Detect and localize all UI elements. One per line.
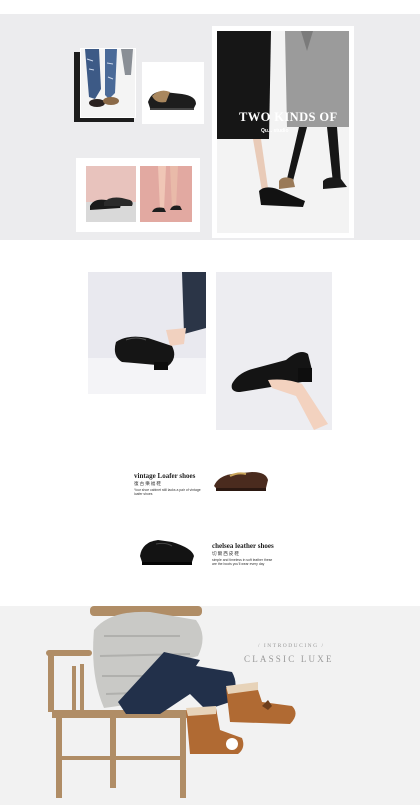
hero-photo-frame: TWO KINDS OF Qu... studio — [212, 26, 354, 238]
top-lookbook-section: TWO KINDS OF Qu... studio — [0, 14, 420, 240]
classic-luxe-banner[interactable]: / INTRODUCING / CLASSIC LUXE — [0, 606, 420, 805]
product-loafer-info[interactable]: vintage Loafer shoes 復古樂福鞋 Your shoe cab… — [134, 472, 214, 498]
loafers-pair-illustration — [86, 197, 136, 222]
banner-title: CLASSIC LUXE — [244, 654, 334, 664]
banner-intro-text: / INTRODUCING / — [258, 643, 325, 649]
product-chelsea-title: chelsea leather shoes — [212, 542, 274, 550]
product-chelsea-description: simple and timeless in soft leather thes… — [212, 558, 273, 567]
legs-loafers-illustration — [152, 166, 182, 212]
fur-loafer-illustration — [148, 90, 196, 110]
black-oxford-illustration — [140, 540, 194, 565]
loafers-pink-photo[interactable] — [86, 166, 136, 222]
oxford-foot-illustration — [88, 272, 206, 394]
brown-loafer-image[interactable] — [212, 462, 270, 496]
product-loafer-description: Your shoe cabinet still lacks a pair of … — [134, 488, 201, 497]
jeans-model-photo[interactable] — [80, 48, 136, 118]
product-loafer-title: vintage Loafer shoes — [134, 472, 196, 480]
hero-title: TWO KINDS OF — [239, 110, 338, 124]
oxford-foot-photo[interactable] — [88, 272, 206, 394]
product-chelsea-subtitle-cn: 切爾西皮鞋 — [212, 551, 240, 556]
pink-photos-frame — [76, 158, 200, 232]
brown-loafer-illustration — [214, 472, 268, 491]
black-oxford-image[interactable] — [136, 534, 198, 568]
brogue-hand-illustration — [231, 352, 328, 430]
fur-loafer-photo[interactable] — [142, 62, 204, 124]
chair-model-illustration — [46, 606, 296, 798]
hero-coats-photo[interactable]: TWO KINDS OF Qu... studio — [217, 31, 349, 233]
product-chelsea-info[interactable]: chelsea leather shoes 切爾西皮鞋 simple and t… — [212, 542, 292, 570]
jeans-legs-illustration — [81, 49, 135, 117]
legs-pink-photo[interactable] — [140, 166, 192, 222]
hero-subtitle: Qu... studio — [261, 128, 289, 134]
product-loafer-subtitle-cn: 復古樂福鞋 — [134, 481, 162, 486]
brogue-hand-photo[interactable] — [216, 272, 332, 430]
